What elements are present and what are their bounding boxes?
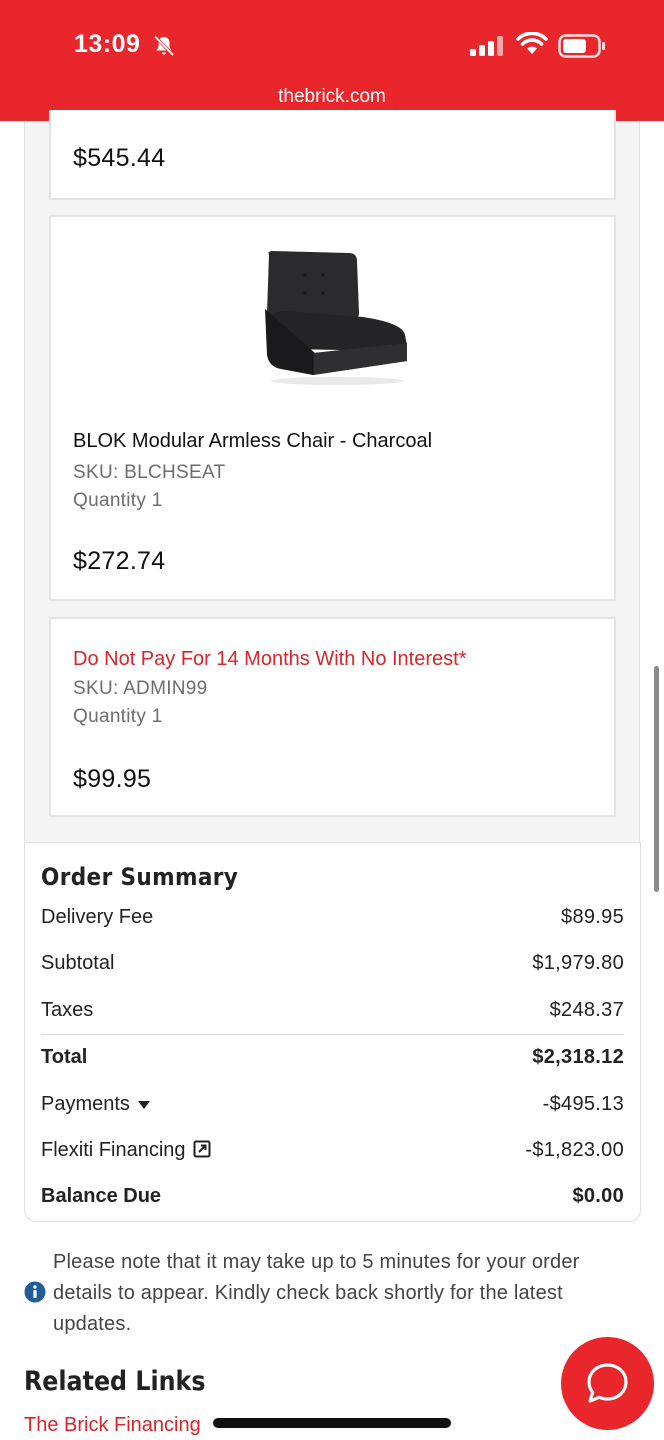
item-price: $272.74 [73,547,166,575]
financing-value: -$1,823.00 [525,1139,624,1161]
taxes-value: $248.37 [549,999,624,1021]
payments-label: Payments [41,1093,130,1115]
order-item-card: $545.44 [49,110,616,200]
url-bar[interactable]: thebrick.com [0,86,664,108]
browser-top-bar: 13:09 thebrick.com [0,0,664,121]
item-price: $99.95 [73,765,152,793]
order-item-card: BLOK Modular Armless Chair - Charcoal SK… [49,215,616,601]
balance-due-value: $0.00 [572,1185,624,1207]
total-value: $2,318.12 [532,1046,624,1068]
cellular-signal-icon [470,36,503,56]
caret-down-icon [137,1100,150,1109]
product-image-chair [265,251,407,385]
summary-divider [41,1034,624,1035]
related-link-financing[interactable]: The Brick Financing [24,1414,201,1437]
subtotal-label: Subtotal [41,952,115,974]
delivery-fee-label: Delivery Fee [41,906,154,928]
item-sku: SKU: ADMIN99 [73,678,208,699]
delivery-fee-row: Delivery Fee $89.95 [41,906,624,936]
balance-due-label: Balance Due [41,1185,162,1207]
chat-bubble-icon [587,1363,628,1403]
payments-row[interactable]: Payments -$495.13 [41,1093,624,1123]
item-sku: SKU: BLCHSEAT [73,462,226,483]
order-summary: Order Summary Delivery Fee $89.95 Subtot… [24,842,641,1222]
battery-icon [558,34,605,58]
subtotal-row: Subtotal $1,979.80 [41,952,624,982]
financing-link[interactable]: Flexiti Financing [41,1139,211,1162]
order-summary-title: Order Summary [41,863,239,891]
order-item-card: Do Not Pay For 14 Months With No Interes… [49,617,616,817]
scrollbar[interactable] [654,666,659,892]
item-name-promo[interactable]: Do Not Pay For 14 Months With No Interes… [73,648,467,671]
bell-slash-icon [153,35,175,57]
delivery-fee-value: $89.95 [561,906,624,928]
financing-label: Flexiti Financing [41,1139,186,1161]
taxes-label: Taxes [41,999,94,1021]
item-price: $545.44 [73,144,166,172]
item-name[interactable]: BLOK Modular Armless Chair - Charcoal [73,430,432,453]
related-links-title: Related Links [24,1366,206,1397]
external-link-icon [193,1140,211,1158]
order-update-note: Please note that it may take up to 5 min… [53,1251,580,1335]
home-indicator [213,1418,451,1428]
total-row: Total $2,318.12 [41,1046,624,1076]
total-label: Total [41,1046,88,1068]
financing-row: Flexiti Financing -$1,823.00 [41,1139,624,1169]
info-icon [24,1281,46,1303]
balance-due-row: Balance Due $0.00 [41,1185,624,1215]
subtotal-value: $1,979.80 [532,952,624,974]
wifi-icon [516,32,548,54]
payments-toggle[interactable]: Payments [41,1093,150,1116]
taxes-row: Taxes $248.37 [41,999,624,1029]
item-quantity: Quantity 1 [73,490,163,511]
status-time: 13:09 [74,30,141,58]
chat-button[interactable] [561,1337,654,1430]
item-quantity: Quantity 1 [73,706,163,727]
payments-value: -$495.13 [542,1093,624,1115]
